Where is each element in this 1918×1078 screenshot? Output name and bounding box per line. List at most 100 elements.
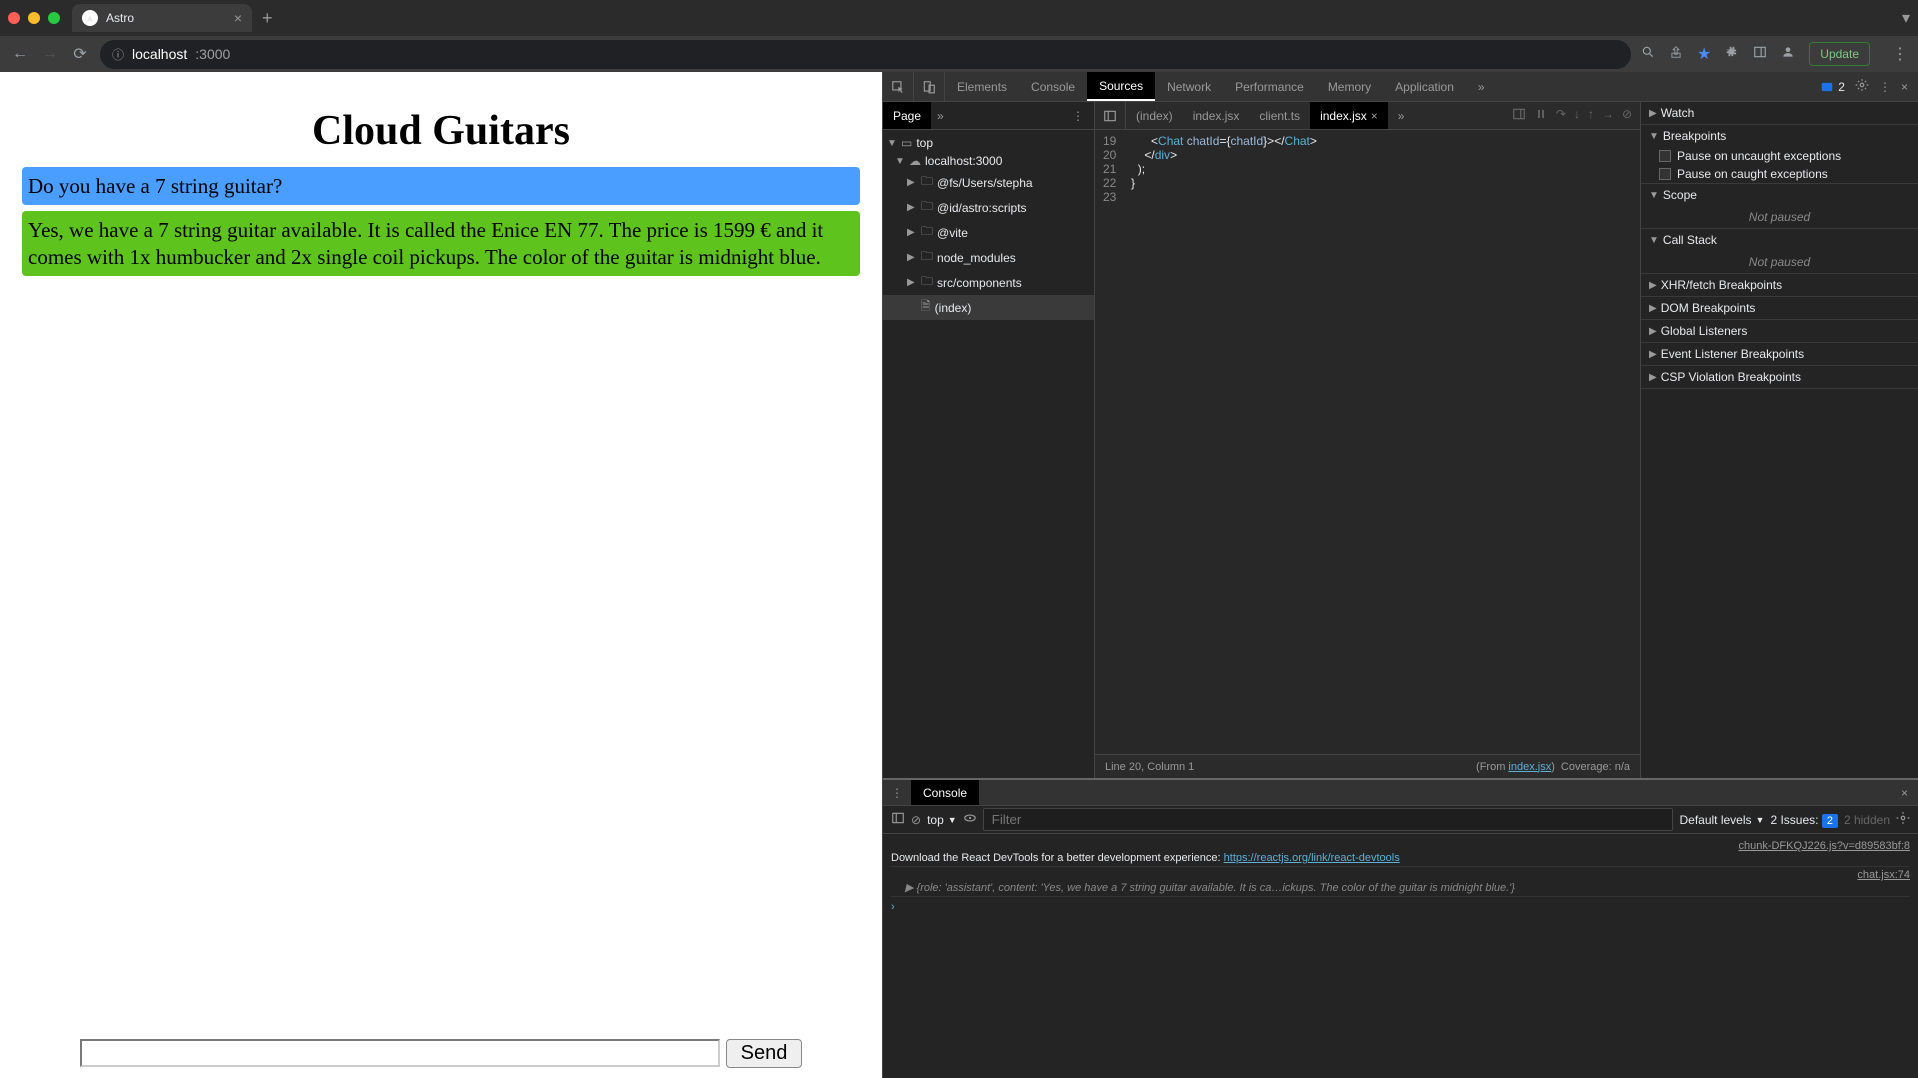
call-stack-header[interactable]: ▼Call Stack	[1641, 229, 1918, 251]
sources-navigator: Page » ⋮ ▼▭top ▼☁localhost:3000 ▶🗀@fs/Us…	[883, 102, 1095, 778]
tree-folder[interactable]: ▶🗀@id/astro:scripts	[883, 195, 1094, 220]
code-editor[interactable]: 1920212223 <Chat chatId={chatId}></Chat>…	[1095, 130, 1640, 754]
global-listeners-header[interactable]: ▶Global Listeners	[1641, 320, 1918, 342]
reload-button[interactable]: ⟳	[70, 44, 90, 64]
console-issues-label[interactable]: 2 Issues: 2	[1770, 813, 1838, 827]
hidden-messages-label[interactable]: 2 hidden	[1844, 813, 1890, 827]
editor-tab[interactable]: index.jsx×	[1310, 102, 1388, 129]
update-button[interactable]: Update	[1809, 42, 1870, 66]
console-prompt[interactable]: ›	[891, 897, 1910, 913]
share-icon[interactable]	[1669, 45, 1683, 64]
console-settings-gear-icon[interactable]	[1896, 811, 1910, 828]
tab-console[interactable]: Console	[1019, 72, 1087, 101]
chat-input[interactable]	[80, 1039, 720, 1067]
tab-performance[interactable]: Performance	[1223, 72, 1316, 101]
console-filter-input[interactable]	[983, 808, 1674, 831]
eye-icon[interactable]	[963, 811, 977, 828]
dom-bp-header[interactable]: ▶DOM Breakpoints	[1641, 297, 1918, 319]
editor-tab[interactable]: index.jsx	[1183, 102, 1250, 129]
console-sidebar-icon[interactable]	[891, 811, 905, 828]
tree-folder[interactable]: ▶🗀@fs/Users/stepha	[883, 170, 1094, 195]
editor-tab[interactable]: (index)	[1126, 102, 1183, 129]
log-level-selector[interactable]: Default levels ▼	[1679, 813, 1764, 827]
navigator-tab-page[interactable]: Page	[883, 102, 931, 129]
editor-tabs-overflow-icon[interactable]: »	[1388, 102, 1415, 129]
tab-application[interactable]: Application	[1383, 72, 1466, 101]
tab-network[interactable]: Network	[1155, 72, 1223, 101]
close-tab-icon[interactable]: ×	[234, 10, 242, 26]
tab-sources[interactable]: Sources	[1087, 72, 1155, 101]
settings-gear-icon[interactable]	[1855, 78, 1869, 95]
issues-indicator[interactable]: 2	[1820, 80, 1845, 94]
console-object[interactable]: ▶ {role: 'assistant', content: 'Yes, we …	[891, 881, 1910, 894]
from-link[interactable]: index.jsx	[1508, 761, 1551, 773]
toggle-navigator-icon[interactable]	[1095, 102, 1126, 129]
navigator-menu-icon[interactable]: ⋮	[1062, 109, 1094, 123]
editor-tab[interactable]: client.ts	[1249, 102, 1310, 129]
console-log-entry[interactable]: chat.jsx:74 ▶ {role: 'assistant', conten…	[891, 867, 1910, 897]
tabs-overflow-icon[interactable]: »	[1466, 72, 1497, 101]
pause-icon[interactable]	[1534, 107, 1548, 124]
back-button[interactable]: ←	[10, 45, 30, 63]
watch-header[interactable]: ▶Watch	[1641, 102, 1918, 124]
tree-folder[interactable]: ▶🗀@vite	[883, 220, 1094, 245]
forward-button[interactable]: →	[40, 45, 60, 63]
main-split: Cloud Guitars Do you have a 7 string gui…	[0, 72, 1918, 1078]
event-listener-bp-header[interactable]: ▶Event Listener Breakpoints	[1641, 343, 1918, 365]
browser-tab[interactable]: ▲ Astro ×	[72, 4, 252, 32]
new-tab-button[interactable]: +	[262, 8, 273, 29]
breakpoints-header[interactable]: ▼Breakpoints	[1641, 125, 1918, 147]
tree-host[interactable]: ▼☁localhost:3000	[883, 152, 1094, 170]
minimize-window-button[interactable]	[28, 12, 40, 24]
maximize-window-button[interactable]	[48, 12, 60, 24]
chrome-menu-icon[interactable]: ⋮	[1892, 44, 1908, 64]
extensions-icon[interactable]	[1725, 45, 1739, 64]
step-over-icon[interactable]: ↷	[1556, 107, 1566, 124]
xhr-header[interactable]: ▶XHR/fetch Breakpoints	[1641, 274, 1918, 296]
code-content[interactable]: <Chat chatId={chatId}></Chat> </div> ); …	[1124, 130, 1640, 754]
toggle-debugger-icon[interactable]	[1512, 107, 1526, 124]
devtools-menu-icon[interactable]: ⋮	[1879, 80, 1891, 94]
console-source-link[interactable]: chunk-DFKQJ226.js?v=d89583bf:8	[891, 840, 1910, 852]
call-stack-not-paused: Not paused	[1641, 251, 1918, 273]
assistant-message: Yes, we have a 7 string guitar available…	[22, 211, 860, 276]
csp-bp-header[interactable]: ▶CSP Violation Breakpoints	[1641, 366, 1918, 388]
console-context-selector[interactable]: top ▼	[927, 813, 957, 827]
devtools-close-icon[interactable]: ×	[1901, 80, 1908, 94]
call-stack-section: ▼Call Stack Not paused	[1641, 229, 1918, 274]
console-url-link[interactable]: https://reactjs.org/link/react-devtools	[1224, 852, 1400, 864]
scope-header[interactable]: ▼Scope	[1641, 184, 1918, 206]
scope-section: ▼Scope Not paused	[1641, 184, 1918, 229]
url-input[interactable]: ⓘ localhost:3000	[100, 40, 1631, 69]
console-menu-icon[interactable]: ⋮	[883, 786, 911, 800]
close-icon[interactable]: ×	[1371, 109, 1378, 123]
inspect-element-icon[interactable]	[883, 72, 914, 101]
send-button[interactable]: Send	[726, 1039, 803, 1068]
tab-list-icon[interactable]: ▾	[1902, 8, 1910, 28]
deactivate-breakpoints-icon[interactable]: ⊘	[1622, 107, 1632, 124]
side-panel-icon[interactable]	[1753, 45, 1767, 64]
zoom-icon[interactable]	[1641, 45, 1655, 64]
step-out-icon[interactable]: ↑	[1588, 107, 1594, 124]
tree-top[interactable]: ▼▭top	[883, 134, 1094, 152]
console-log-entry[interactable]: chunk-DFKQJ226.js?v=d89583bf:8 Download …	[891, 838, 1910, 867]
pause-uncaught-checkbox[interactable]: Pause on uncaught exceptions	[1641, 147, 1918, 165]
device-toggle-icon[interactable]	[914, 72, 945, 101]
site-info-icon[interactable]: ⓘ	[112, 46, 124, 63]
clear-console-icon[interactable]: ⊘	[911, 813, 921, 827]
navigator-overflow-icon[interactable]: »	[931, 109, 950, 123]
tree-folder[interactable]: ▶🗀src/components	[883, 270, 1094, 295]
tree-file[interactable]: 🗎(index)	[883, 295, 1094, 320]
bookmark-star-icon[interactable]: ★	[1697, 44, 1711, 64]
tab-elements[interactable]: Elements	[945, 72, 1019, 101]
tree-folder[interactable]: ▶🗀node_modules	[883, 245, 1094, 270]
profile-icon[interactable]	[1781, 45, 1795, 64]
step-into-icon[interactable]: ↓	[1574, 107, 1580, 124]
pause-caught-checkbox[interactable]: Pause on caught exceptions	[1641, 165, 1918, 183]
console-close-icon[interactable]: ×	[1891, 786, 1918, 800]
tab-memory[interactable]: Memory	[1316, 72, 1383, 101]
step-icon[interactable]: →	[1602, 107, 1614, 124]
close-window-button[interactable]	[8, 12, 20, 24]
console-tab[interactable]: Console	[911, 780, 979, 805]
console-source-link[interactable]: chat.jsx:74	[891, 869, 1910, 881]
